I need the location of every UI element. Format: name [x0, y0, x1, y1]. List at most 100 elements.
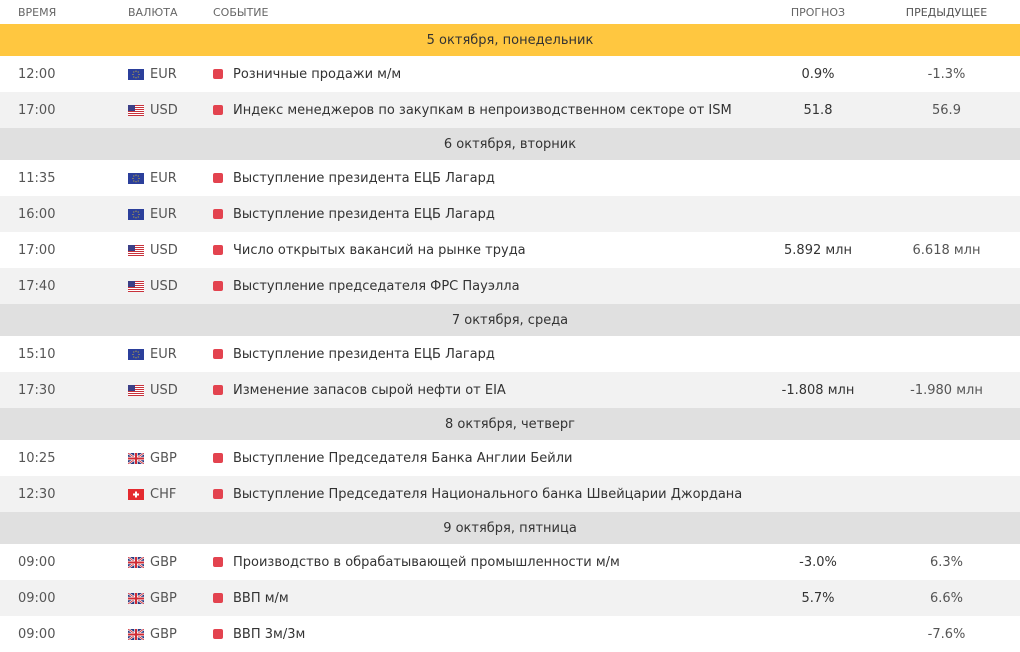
event-time: 17:40 [18, 278, 56, 294]
event-cell: ВВП м/м [213, 591, 763, 606]
event-name[interactable]: Выступление Председателя Банка Англии Бе… [233, 451, 572, 466]
day-header: 6 октября, вторник [0, 128, 1020, 160]
event-name[interactable]: ВВП 3м/3м [233, 627, 305, 642]
importance-icon [213, 557, 223, 567]
event-currency-cell: USD [128, 383, 213, 398]
event-currency-cell: USD [128, 243, 213, 258]
event-row[interactable]: 09:00 GBP Производство в обрабатывающей пр… [0, 544, 1020, 580]
event-currency-cell: GBP [128, 555, 213, 570]
header-event: СОБЫТИЕ [213, 5, 269, 19]
event-forecast: -1.808 млн [781, 382, 855, 398]
event-cell: ВВП 3м/3м [213, 627, 763, 642]
event-name[interactable]: Выступление Председателя Национального б… [233, 487, 742, 502]
event-currency-cell: GBP [128, 591, 213, 606]
event-name[interactable]: Производство в обрабатывающей промышленн… [233, 555, 620, 570]
event-currency: GBP [150, 450, 177, 466]
event-currency: EUR [150, 346, 177, 362]
event-row[interactable]: 17:30 USD Изменение запасов сырой нефти от… [0, 372, 1020, 408]
importance-icon [213, 105, 223, 115]
importance-icon [213, 489, 223, 499]
event-previous: -1.3% [927, 66, 966, 82]
event-currency: EUR [150, 206, 177, 222]
event-currency-cell: CHF [128, 487, 213, 502]
importance-icon [213, 209, 223, 219]
event-previous: -7.6% [927, 626, 966, 642]
eu-flag-icon [128, 172, 144, 184]
event-cell: Производство в обрабатывающей промышленн… [213, 555, 763, 570]
importance-icon [213, 281, 223, 291]
event-name[interactable]: Индекс менеджеров по закупкам в непроизв… [233, 103, 732, 118]
event-currency-cell: EUR [128, 67, 213, 82]
event-row[interactable]: 17:40 USD Выступление председателя ФРС Пау… [0, 268, 1020, 304]
event-row[interactable]: 15:10 EUR Выступление президента ЕЦБ Лагар… [0, 336, 1020, 372]
event-time: 09:00 [18, 590, 56, 606]
event-currency-cell: USD [128, 103, 213, 118]
day-header-label: 5 октября, понедельник [426, 32, 594, 48]
event-time: 09:00 [18, 626, 56, 642]
event-name[interactable]: Выступление президента ЕЦБ Лагард [233, 171, 495, 186]
header-forecast: ПРОГНОЗ [790, 5, 846, 19]
event-name[interactable]: Число открытых вакансий на рынке труда [233, 243, 526, 258]
event-previous: 6.6% [929, 590, 964, 606]
event-currency: USD [150, 278, 178, 294]
event-previous: 56.9 [932, 102, 961, 118]
calendar-header: ВРЕМЯ ВАЛЮТА СОБЫТИЕ ПРОГНОЗ ПРЕДЫДУЩЕЕ [0, 0, 1020, 24]
economic-calendar: ВРЕМЯ ВАЛЮТА СОБЫТИЕ ПРОГНОЗ ПРЕДЫДУЩЕЕ … [0, 0, 1020, 652]
event-currency: GBP [150, 590, 177, 606]
day-header-label: 9 октября, пятница [443, 520, 577, 536]
gb-flag-icon [128, 628, 144, 640]
event-time: 16:00 [18, 206, 56, 222]
event-name[interactable]: ВВП м/м [233, 591, 289, 606]
event-row[interactable]: 12:30 CHF Выступление Председателя Национа… [0, 476, 1020, 512]
event-row[interactable]: 10:25 GBP Выступление Председателя Банка А… [0, 440, 1020, 476]
event-currency: EUR [150, 66, 177, 82]
importance-icon [213, 629, 223, 639]
event-currency: GBP [150, 626, 177, 642]
event-time: 17:30 [18, 382, 56, 398]
day-header: 8 октября, четверг [0, 408, 1020, 440]
event-currency: USD [150, 242, 178, 258]
event-row[interactable]: 12:00 EUR Розничные продажи м/м 0.9% -1.3% [0, 56, 1020, 92]
event-row[interactable]: 17:00 USD Число открытых вакансий на рынке… [0, 232, 1020, 268]
event-currency: USD [150, 102, 178, 118]
event-forecast: 5.892 млн [784, 242, 852, 258]
day-header-label: 7 октября, среда [451, 312, 569, 328]
gb-flag-icon [128, 452, 144, 464]
event-name[interactable]: Выступление президента ЕЦБ Лагард [233, 347, 495, 362]
event-row[interactable]: 09:00 GBP ВВП м/м 5.7% 6.6% [0, 580, 1020, 616]
header-previous: ПРЕДЫДУЩЕЕ [905, 5, 988, 19]
event-time: 15:10 [18, 346, 56, 362]
event-name[interactable]: Выступление председателя ФРС Пауэлла [233, 279, 520, 294]
event-forecast: 51.8 [803, 102, 833, 118]
event-cell: Выступление Председателя Банка Англии Бе… [213, 451, 763, 466]
us-flag-icon [128, 280, 144, 292]
eu-flag-icon [128, 68, 144, 80]
event-name[interactable]: Розничные продажи м/м [233, 67, 401, 82]
event-time: 17:00 [18, 242, 56, 258]
eu-flag-icon [128, 208, 144, 220]
importance-icon [213, 173, 223, 183]
event-time: 11:35 [18, 170, 56, 186]
us-flag-icon [128, 384, 144, 396]
event-name[interactable]: Изменение запасов сырой нефти от EIA [233, 383, 506, 398]
event-currency: USD [150, 382, 178, 398]
importance-icon [213, 593, 223, 603]
importance-icon [213, 453, 223, 463]
event-forecast: 5.7% [801, 590, 835, 606]
event-cell: Розничные продажи м/м [213, 67, 763, 82]
importance-icon [213, 349, 223, 359]
event-currency-cell: EUR [128, 347, 213, 362]
calendar-body: 5 октября, понедельник 12:00 EUR Розничные … [0, 24, 1020, 652]
event-row[interactable]: 09:00 GBP ВВП 3м/3м -7.6% [0, 616, 1020, 652]
event-currency-cell: GBP [128, 451, 213, 466]
importance-icon [213, 69, 223, 79]
event-row[interactable]: 16:00 EUR Выступление президента ЕЦБ Лагар… [0, 196, 1020, 232]
event-row[interactable]: 17:00 USD Индекс менеджеров по закупкам в … [0, 92, 1020, 128]
event-row[interactable]: 11:35 EUR Выступление президента ЕЦБ Лагар… [0, 160, 1020, 196]
day-header: 5 октября, понедельник [0, 24, 1020, 56]
day-header-label: 8 октября, четверг [445, 416, 575, 432]
event-time: 09:00 [18, 554, 56, 570]
day-header: 9 октября, пятница [0, 512, 1020, 544]
importance-icon [213, 245, 223, 255]
event-name[interactable]: Выступление президента ЕЦБ Лагард [233, 207, 495, 222]
